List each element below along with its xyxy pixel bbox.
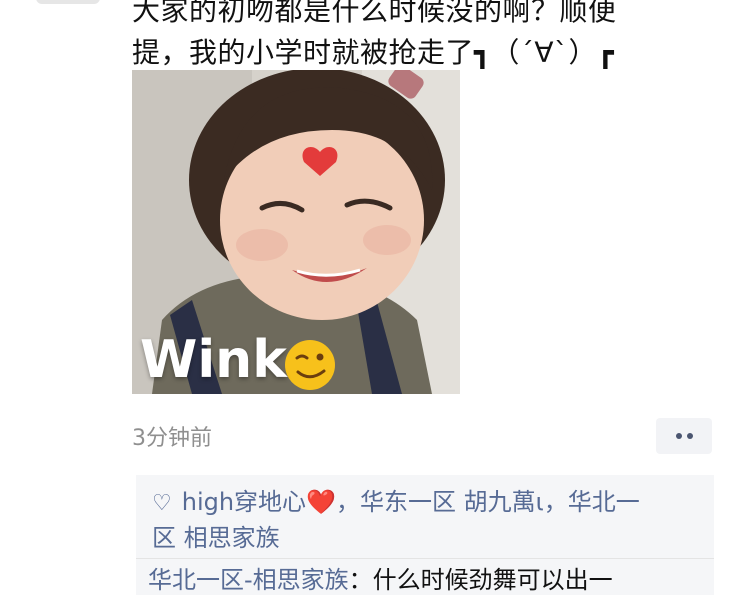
more-actions-button[interactable] xyxy=(656,418,712,454)
likes-list: ♡ high穿地心❤️，华东一区 胡九萬ι，华北一 区 相思家族 xyxy=(152,485,708,555)
avatar[interactable] xyxy=(36,0,100,4)
liker-names-rest[interactable]: ，华东一区 胡九萬ι，华北一 xyxy=(336,488,640,516)
comment-item[interactable]: 华北一区-相思家族：什么时候劲舞可以出一 xyxy=(148,563,714,597)
divider xyxy=(136,558,714,559)
liker-name[interactable]: high穿地心 xyxy=(182,488,306,516)
interaction-panel: ♡ high穿地心❤️，华东一区 胡九萬ι，华北一 区 相思家族 华北一区-相思家… xyxy=(136,475,714,595)
image-caption: Wink xyxy=(140,330,287,390)
post-image[interactable]: Wink xyxy=(132,70,460,394)
post-text: 大家的初吻都是什么时候没的啊？顺便 提，我的小学时就被抢走了┓（´∀`）┏ xyxy=(132,0,732,74)
post-text-line-1: 大家的初吻都是什么时候没的啊？顺便 xyxy=(132,0,617,27)
heart-outline-icon: ♡ xyxy=(152,491,172,516)
post-timestamp: 3分钟前 xyxy=(132,426,212,451)
dot-icon xyxy=(675,433,682,439)
comment-author[interactable]: 华北一区-相思家族 xyxy=(148,566,349,594)
heart-emoji: ❤️ xyxy=(306,488,336,516)
dot-icon xyxy=(686,433,693,439)
liker-names-rest-2[interactable]: 区 相思家族 xyxy=(152,524,280,552)
post-text-line-2: 提，我的小学时就被抢走了┓（´∀`）┏ xyxy=(132,36,615,69)
comment-text: 什么时候劲舞可以出一 xyxy=(372,566,613,594)
comment-separator: ： xyxy=(348,566,373,594)
